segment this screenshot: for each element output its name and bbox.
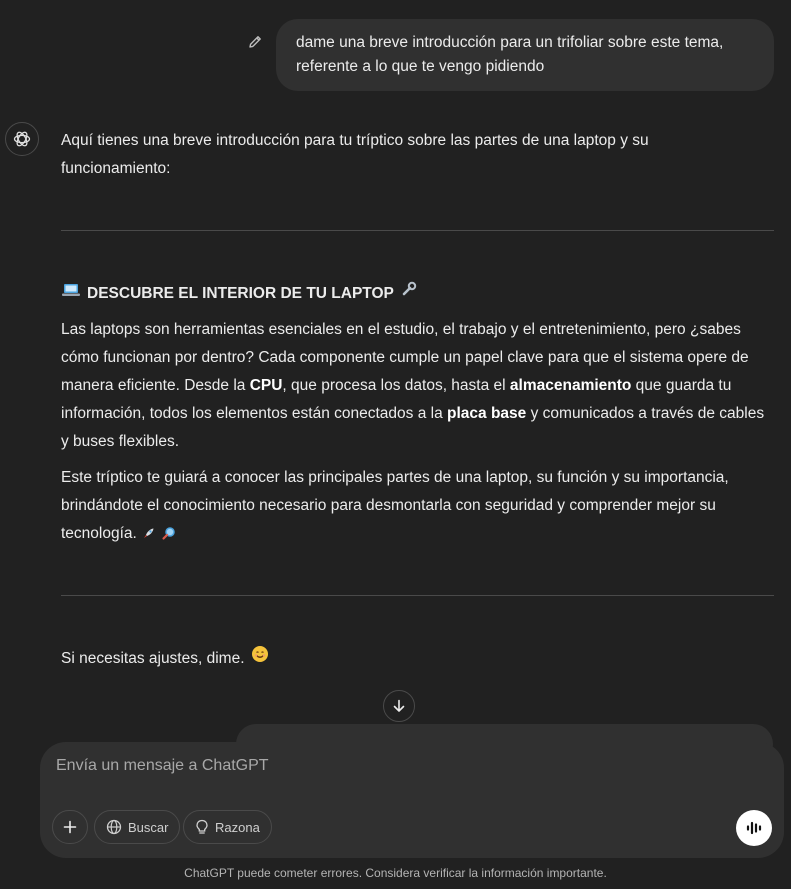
- closing-text: Si necesitas ajustes, dime.: [61, 650, 245, 667]
- smiling-face-icon: [251, 645, 269, 673]
- lightbulb-icon: [196, 819, 208, 834]
- text-span: , que procesa los datos, hasta el: [282, 377, 510, 394]
- magnifying-glass-icon: [161, 525, 177, 542]
- arrow-down-icon: [393, 699, 405, 712]
- wrench-icon: [400, 280, 418, 308]
- section-heading: DESCUBRE EL INTERIOR DE TU LAPTOP: [61, 280, 418, 308]
- paragraph-line: manera eficiente. Desde la CPU, que proc…: [61, 372, 774, 400]
- search-button-label: Buscar: [128, 819, 169, 835]
- bold-placa-base: placa base: [447, 405, 527, 422]
- user-message-line: dame una breve introducción para un trif…: [296, 34, 724, 51]
- rocket-icon: [141, 525, 161, 542]
- user-message-row: dame una breve introducción para un trif…: [200, 19, 774, 91]
- text-span: y comunicados a través de cables: [526, 405, 765, 422]
- voice-waveform-icon: [746, 821, 762, 835]
- reason-button[interactable]: Razona: [183, 810, 272, 844]
- search-button[interactable]: Buscar: [94, 810, 181, 844]
- reason-button-label: Razona: [215, 819, 260, 835]
- text-span: información, todos los elementos están c…: [61, 405, 448, 422]
- paragraph-2: Este tríptico te guiará a conocer las pr…: [61, 464, 774, 548]
- user-message-bubble: dame una breve introducción para un trif…: [276, 19, 774, 91]
- paragraph-line: cómo funcionan por dentro? Cada componen…: [61, 349, 749, 366]
- laptop-icon: [61, 280, 81, 308]
- text-span: tecnología.: [61, 525, 137, 542]
- bold-cpu: CPU: [249, 377, 283, 394]
- divider: [61, 230, 774, 231]
- globe-icon: [106, 819, 122, 835]
- text-span: manera eficiente. Desde la: [61, 377, 250, 394]
- divider: [61, 595, 774, 596]
- text-span: que guarda tu: [631, 377, 732, 394]
- paragraph-line: brindándote el conocimiento necesario pa…: [61, 497, 716, 514]
- closing-line: Si necesitas ajustes, dime.: [61, 645, 269, 673]
- voice-mode-button[interactable]: [736, 810, 772, 846]
- scroll-down-button[interactable]: [383, 690, 415, 722]
- assistant-intro-line: Aquí tienes una breve introducción para …: [61, 132, 649, 149]
- assistant-intro: Aquí tienes una breve introducción para …: [61, 127, 774, 183]
- paragraph-line: y buses flexibles.: [61, 433, 180, 450]
- message-input[interactable]: Envía un mensaje a ChatGPT: [56, 757, 269, 775]
- paragraph-line: Las laptops son herramientas esenciales …: [61, 321, 741, 338]
- attach-button[interactable]: [52, 810, 88, 844]
- section-heading-text: DESCUBRE EL INTERIOR DE TU LAPTOP: [87, 285, 394, 302]
- bold-almacenamiento: almacenamiento: [509, 377, 632, 394]
- pencil-edit-icon[interactable]: [244, 31, 266, 53]
- assistant-intro-line: funcionamiento:: [61, 160, 171, 177]
- paragraph-line: información, todos los elementos están c…: [61, 400, 774, 428]
- paragraph-line: Este tríptico te guiará a conocer las pr…: [61, 469, 729, 486]
- user-message-line: referente a lo que te vengo pidiendo: [296, 58, 545, 75]
- plus-icon: [63, 820, 77, 834]
- chatgpt-logo-icon: [5, 122, 39, 156]
- paragraph-1: Las laptops son herramientas esenciales …: [61, 316, 774, 456]
- disclaimer-footer: ChatGPT puede cometer errores. Considera…: [184, 866, 607, 880]
- message-composer[interactable]: Envía un mensaje a ChatGPT Buscar Razona: [40, 742, 784, 858]
- paragraph-line: tecnología.: [61, 520, 774, 548]
